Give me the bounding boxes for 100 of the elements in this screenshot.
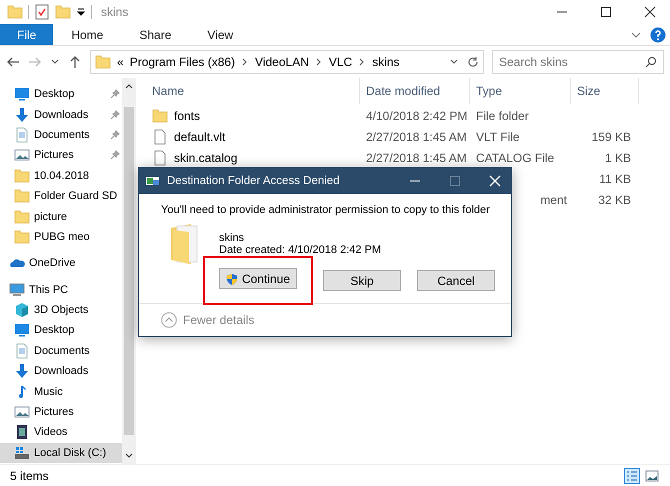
ribbon-tab[interactable]: View bbox=[189, 24, 252, 45]
computer-icon bbox=[9, 282, 25, 298]
sidebar-item[interactable]: picture bbox=[0, 206, 122, 227]
sidebar-item[interactable]: Downloads bbox=[0, 104, 122, 125]
chevron-up-icon bbox=[125, 83, 133, 89]
folder-icon bbox=[14, 188, 30, 204]
column-header[interactable]: Date modified bbox=[360, 78, 470, 104]
dialog-button[interactable]: Cancel bbox=[417, 270, 495, 291]
sidebar-item[interactable]: Local Disk (C:) bbox=[0, 442, 122, 464]
item-count: 5 items bbox=[10, 468, 49, 482]
document-icon bbox=[14, 342, 30, 359]
document-icon bbox=[14, 126, 30, 143]
up-arrow-icon bbox=[68, 55, 82, 69]
close-icon bbox=[489, 175, 501, 187]
folder-icon bbox=[14, 228, 30, 245]
dialog-button[interactable]: Continue bbox=[219, 268, 297, 289]
breadcrumb[interactable]: « bbox=[117, 55, 124, 69]
sidebar-item[interactable]: Downloads bbox=[0, 361, 122, 382]
column-header[interactable]: Size bbox=[571, 78, 639, 104]
details-view-icon bbox=[624, 468, 640, 484]
back-arrow-icon bbox=[6, 55, 20, 69]
table-cell: 11 KB bbox=[599, 172, 631, 186]
table-cell: 32 KB bbox=[598, 193, 631, 207]
sidebar-item[interactable]: Desktop bbox=[0, 320, 122, 341]
down-arrow-icon bbox=[14, 106, 30, 123]
checklist-icon bbox=[34, 4, 50, 20]
monitor-icon bbox=[14, 86, 30, 102]
down-arrow-icon bbox=[14, 363, 30, 380]
table-cell: 2/27/2018 1:45 AM bbox=[366, 130, 467, 144]
forward-arrow-icon bbox=[28, 55, 42, 69]
monitor-icon bbox=[14, 322, 30, 338]
sidebar-item[interactable]: Pictures bbox=[0, 145, 122, 166]
chevron-down-icon bbox=[125, 453, 133, 459]
table-cell: VLT File bbox=[476, 130, 520, 144]
chevron-right-icon bbox=[358, 57, 366, 67]
column-header[interactable]: Name bbox=[146, 78, 360, 104]
breadcrumb[interactable]: VideoLAN bbox=[255, 55, 309, 69]
breadcrumb[interactable]: Program Files (x86) bbox=[130, 55, 236, 69]
breadcrumb[interactable]: VLC bbox=[328, 55, 352, 69]
sidebar-item[interactable]: Desktop bbox=[0, 84, 122, 104]
sidebar-item[interactable]: Music bbox=[0, 381, 122, 402]
pin-icon bbox=[110, 89, 120, 100]
folder-icon bbox=[7, 4, 23, 20]
maximize-icon bbox=[600, 6, 612, 18]
breadcrumb[interactable]: skins bbox=[372, 55, 400, 69]
sidebar-item[interactable]: Folder Guard SD bbox=[0, 186, 122, 206]
item-name: skins bbox=[219, 232, 246, 244]
ribbon-tab[interactable]: Home bbox=[53, 24, 122, 45]
sidebar-item[interactable]: Documents bbox=[0, 340, 122, 362]
help-icon bbox=[650, 26, 666, 42]
table-cell: fonts bbox=[174, 109, 200, 123]
table-cell: ment bbox=[540, 193, 567, 207]
dialog-message: You'll need to provide administrator permission to copy to this folder bbox=[161, 204, 491, 216]
window-title: skins bbox=[101, 5, 128, 19]
close-icon bbox=[644, 6, 656, 18]
pin-icon bbox=[110, 110, 120, 120]
item-date: Date created: 4/10/2018 2:42 PM bbox=[219, 244, 382, 256]
ribbon-tab[interactable]: Share bbox=[121, 24, 190, 45]
table-cell: 2/27/2018 1:45 AM bbox=[366, 151, 467, 165]
details-toggle[interactable]: Fewer details bbox=[139, 304, 276, 336]
folder-icon bbox=[95, 54, 111, 70]
film-icon bbox=[14, 424, 30, 440]
table-cell: File folder bbox=[476, 109, 529, 123]
cube-icon bbox=[14, 302, 30, 318]
column-header[interactable]: Type bbox=[470, 78, 571, 104]
folder-icon bbox=[14, 208, 30, 225]
sidebar-item[interactable]: Pictures bbox=[0, 402, 122, 422]
folder-icon bbox=[55, 4, 71, 20]
chevron-right-icon bbox=[241, 57, 250, 67]
scroll-thumb[interactable] bbox=[124, 107, 134, 435]
sidebar-item[interactable]: This PC bbox=[0, 280, 122, 300]
search-field[interactable]: Search skins bbox=[492, 50, 664, 74]
sidebar-item[interactable]: Videos bbox=[0, 422, 122, 443]
table-cell: default.vlt bbox=[174, 130, 226, 144]
sidebar-item[interactable]: 10.04.2018 bbox=[0, 166, 122, 186]
chevron-right-icon bbox=[314, 57, 323, 67]
dialog-button[interactable]: Skip bbox=[323, 270, 401, 291]
file-icon bbox=[152, 129, 168, 145]
dialog-title: Destination Folder Access Denied bbox=[167, 175, 340, 187]
folder-icon bbox=[14, 168, 30, 184]
refresh-icon bbox=[467, 56, 479, 68]
drive-icon bbox=[14, 444, 30, 461]
picture-icon bbox=[14, 404, 30, 420]
sidebar-item[interactable]: Documents bbox=[0, 124, 122, 146]
dialog-app-icon bbox=[145, 175, 161, 187]
folder-icon bbox=[152, 108, 168, 124]
sidebar-item[interactable]: OneDrive bbox=[0, 253, 122, 274]
sidebar-item[interactable]: PUBG meo bbox=[0, 226, 122, 248]
table-cell: skin.catalog bbox=[174, 151, 238, 165]
maximize-icon bbox=[449, 175, 461, 187]
sidebar-item[interactable]: 3D Objects bbox=[0, 300, 122, 320]
pin-icon bbox=[110, 130, 120, 140]
thumbnail-view-icon bbox=[644, 468, 660, 484]
table-cell: CATALOG File bbox=[476, 151, 554, 165]
scrollbar[interactable] bbox=[122, 78, 136, 464]
address-bar[interactable]: « Program Files (x86) VideoLAN VLC skins bbox=[90, 50, 484, 74]
pin-icon bbox=[110, 150, 120, 160]
ribbon-tab[interactable]: File bbox=[0, 24, 54, 45]
shield-icon bbox=[226, 272, 238, 286]
picture-icon bbox=[14, 147, 30, 164]
